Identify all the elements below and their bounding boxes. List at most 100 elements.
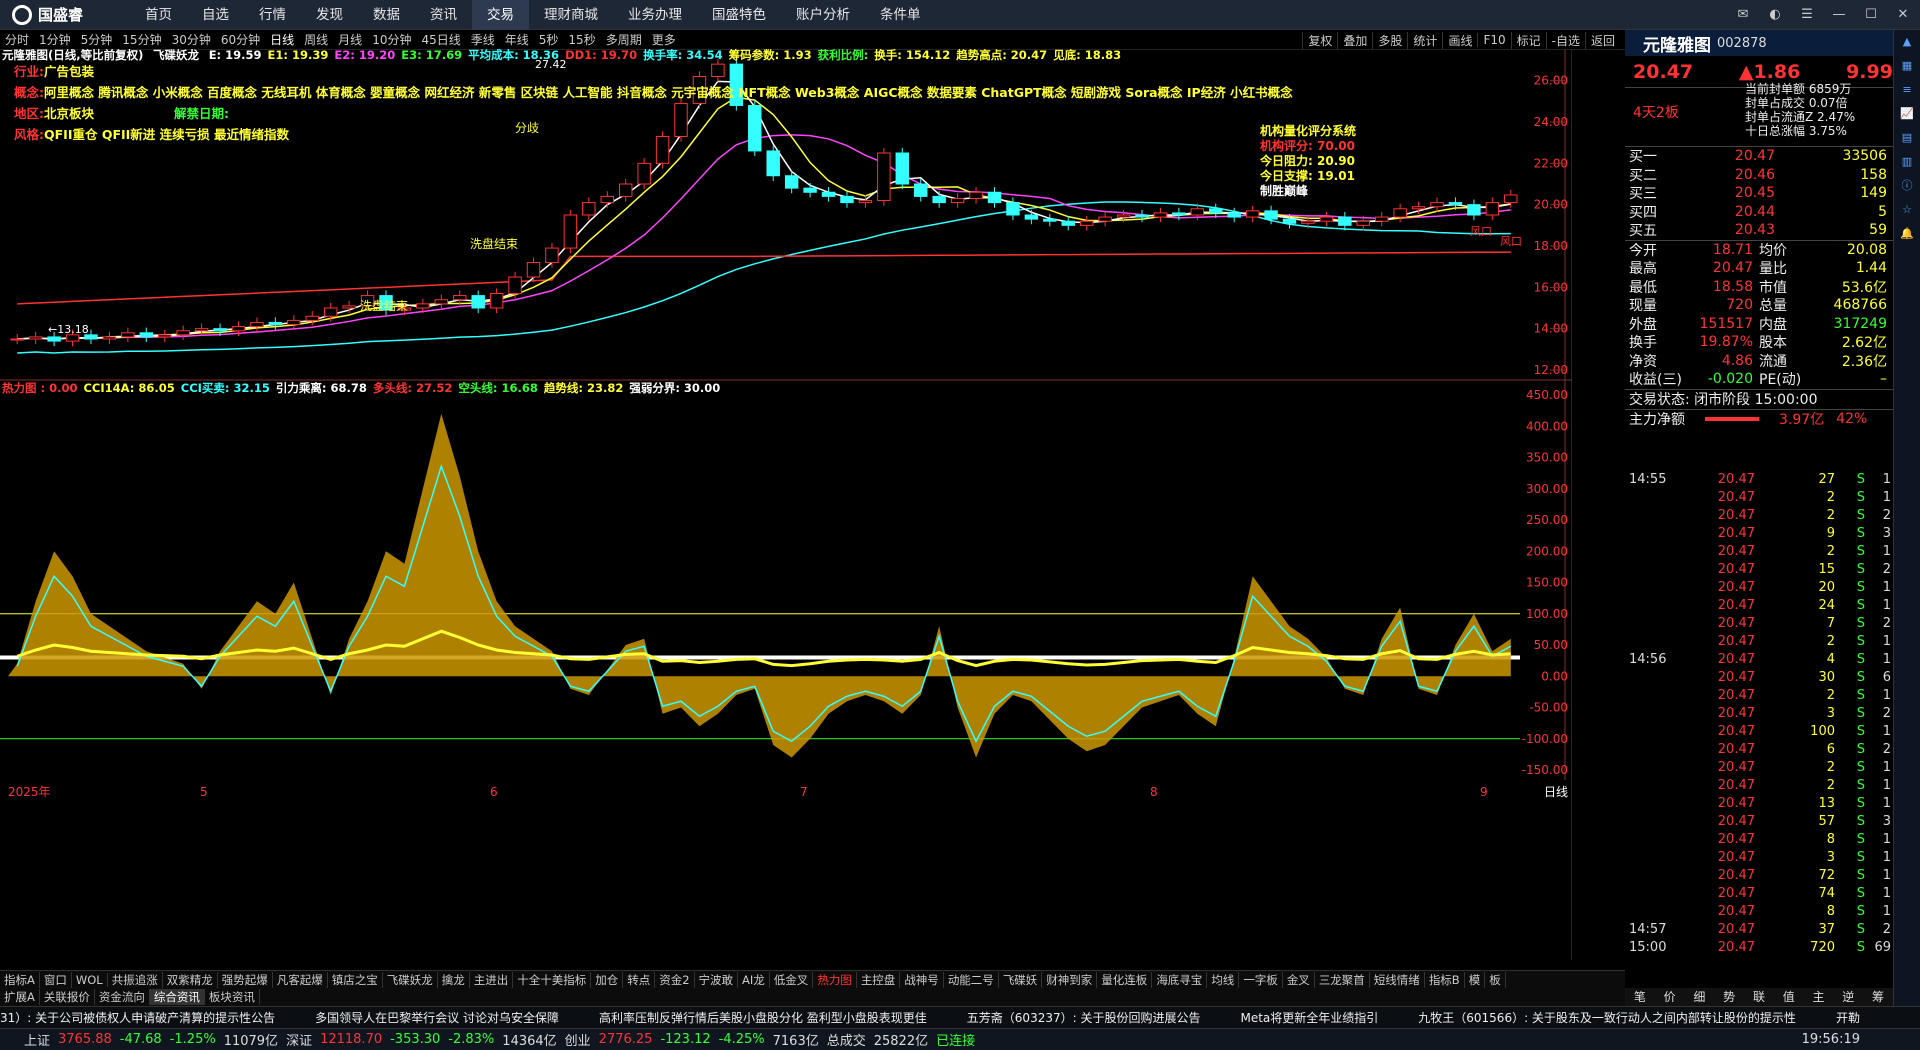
period-tab[interactable]: 15秒 xyxy=(563,31,600,48)
news-item[interactable]: 多国领导人在巴黎举行会议 讨论对乌安全保障 xyxy=(315,1009,559,1026)
period-tab[interactable]: 年线 xyxy=(500,31,534,48)
menu-item[interactable]: 资讯 xyxy=(415,0,472,30)
menu-item[interactable]: 理财商城 xyxy=(529,0,613,30)
indicator-tab[interactable]: 一字板 xyxy=(1239,971,1283,988)
indicator-tab[interactable]: 主控盘 xyxy=(857,971,901,988)
indicator-tab[interactable]: 飞碟妖龙 xyxy=(383,971,438,988)
right-tab[interactable]: 细 xyxy=(1693,988,1705,1006)
period-tab[interactable]: 更多 xyxy=(647,31,681,48)
indicator-tab[interactable]: 板 xyxy=(1485,971,1506,988)
indicator-tab[interactable]: 海底寻宝 xyxy=(1152,971,1208,988)
indicator-tab[interactable]: 主进出 xyxy=(470,971,514,988)
indicator-tab[interactable]: 资金2 xyxy=(655,971,695,988)
star-icon[interactable]: ☆ xyxy=(1894,198,1920,222)
indicator-tab[interactable]: 量化连板 xyxy=(1097,971,1153,988)
maximize-icon[interactable]: ☐ xyxy=(1860,4,1882,26)
chart-icon[interactable]: 📈 xyxy=(1894,102,1920,126)
message-icon[interactable]: ✉ xyxy=(1732,4,1754,26)
period-tab[interactable]: 45日线 xyxy=(416,31,465,48)
chart-tool-button[interactable]: 叠加 xyxy=(1337,31,1372,49)
info-tab[interactable]: 板块资讯 xyxy=(205,989,260,1005)
grid-icon[interactable]: ▦ xyxy=(1894,54,1920,78)
news-item[interactable]: 高利率压制反弹行情后美股小盘股分化 盈利型小盘股表现更佳 xyxy=(599,1009,927,1026)
info-tab[interactable]: 综合资讯 xyxy=(149,989,205,1005)
menu-item[interactable]: 条件单 xyxy=(865,0,936,30)
chart-area[interactable]: 26.00 24.00 22.00 20.00 18.00 16.00 14.00 12.00… xyxy=(0,48,1573,960)
scroll-up-icon[interactable]: ▲ xyxy=(1894,30,1920,54)
indicator-tab[interactable]: 宁波敢 xyxy=(695,971,739,988)
kline-icon[interactable]: ▥ xyxy=(1894,150,1920,174)
app-logo[interactable]: 国盛睿 xyxy=(0,4,130,25)
list-icon[interactable]: ≡ xyxy=(1894,78,1920,102)
menu-icon[interactable]: ☰ xyxy=(1796,4,1818,26)
period-tab[interactable]: 10分钟 xyxy=(367,31,416,48)
period-tab[interactable]: 月线 xyxy=(333,31,367,48)
period-tab[interactable]: 日线 xyxy=(265,31,299,48)
news-item[interactable]: Meta将更新全年业绩指引 xyxy=(1240,1009,1378,1026)
period-tab[interactable]: 30分钟 xyxy=(167,31,216,48)
indicator-tab[interactable]: 擒龙 xyxy=(438,971,470,988)
news-item[interactable]: 五芳斋（603237）: 关于股份回购进展公告 xyxy=(967,1009,1201,1026)
right-tab[interactable]: 联 xyxy=(1753,988,1765,1006)
menu-item[interactable]: 自选 xyxy=(187,0,244,30)
indicator-tab[interactable]: 飞碟妖 xyxy=(999,971,1043,988)
indicator-tab[interactable]: 模 xyxy=(1465,971,1486,988)
indicator-tab[interactable]: 低金叉 xyxy=(770,971,814,988)
news-item[interactable]: 31）: 关于公司被债权人申请破产清算的提示性公告 xyxy=(0,1009,275,1026)
chart-tool-button[interactable]: 标记 xyxy=(1510,31,1546,49)
chart-tool-button[interactable]: 画线 xyxy=(1442,31,1477,49)
indicator-tab[interactable]: 财神到家 xyxy=(1042,971,1098,988)
right-tab[interactable]: 筹 xyxy=(1872,988,1884,1006)
indicator-tab[interactable]: 转点 xyxy=(623,971,656,988)
bell-icon[interactable]: 🔔 xyxy=(1894,222,1920,246)
period-tab[interactable]: 分时 xyxy=(0,31,34,48)
indicator-tab[interactable]: 共振追涨 xyxy=(108,971,163,988)
chart-tool-button[interactable]: 统计 xyxy=(1407,31,1442,49)
info-tab[interactable]: 扩展A xyxy=(0,989,40,1005)
chart-tool-button[interactable]: 多股 xyxy=(1372,31,1407,49)
minimize-icon[interactable]: — xyxy=(1828,4,1850,26)
indicator-tab[interactable]: 十全十美指标 xyxy=(513,971,592,988)
right-tab[interactable]: 价 xyxy=(1664,988,1676,1006)
menu-item[interactable]: 国盛特色 xyxy=(697,0,781,30)
indicator-tab[interactable]: 热力图 xyxy=(813,971,857,988)
indicator-tab[interactable]: 凡客起爆 xyxy=(273,971,328,988)
indicator-tab[interactable]: AI龙 xyxy=(738,971,770,988)
indicator-tab[interactable]: WOL xyxy=(72,972,108,987)
right-tab[interactable]: 势 xyxy=(1723,988,1735,1006)
right-tab[interactable]: 逆 xyxy=(1842,988,1854,1006)
info-icon[interactable]: ⓘ xyxy=(1894,174,1920,198)
indicator-tab[interactable]: 金叉 xyxy=(1283,971,1315,988)
period-tab[interactable]: 季线 xyxy=(466,31,500,48)
indicator-tab[interactable]: 三龙聚首 xyxy=(1315,971,1370,988)
menu-item[interactable]: 发现 xyxy=(301,0,358,30)
period-tab[interactable]: 15分钟 xyxy=(117,31,166,48)
chart-tool-button[interactable]: -自选 xyxy=(1545,31,1585,49)
close-icon[interactable]: ✕ xyxy=(1892,4,1914,26)
period-tab[interactable]: 1分钟 xyxy=(34,31,76,48)
period-tab[interactable]: 周线 xyxy=(299,31,333,48)
news-item[interactable]: 开勒 xyxy=(1836,1009,1860,1026)
menu-item[interactable]: 首页 xyxy=(130,0,187,30)
period-tab[interactable]: 多周期 xyxy=(601,31,647,48)
indicator-tab[interactable]: 动能二号 xyxy=(944,971,999,988)
indicator-tab[interactable]: 镇店之宝 xyxy=(328,971,383,988)
indicator-tab[interactable]: 战神号 xyxy=(900,971,944,988)
indicator-tab[interactable]: 短线情绪 xyxy=(1370,971,1425,988)
indicator-tab[interactable]: 指标B xyxy=(1425,971,1465,988)
period-tab[interactable]: 5秒 xyxy=(534,31,564,48)
menu-item[interactable]: 数据 xyxy=(358,0,415,30)
menu-item[interactable]: 行情 xyxy=(244,0,301,30)
indicator-tab[interactable]: 窗口 xyxy=(40,971,72,988)
chart-tool-button[interactable]: 返回 xyxy=(1584,31,1620,49)
right-tab[interactable]: 笔 xyxy=(1634,988,1646,1006)
chart-tool-button[interactable]: 复权 xyxy=(1302,31,1337,49)
indicator-tab[interactable]: 均线 xyxy=(1207,971,1240,988)
right-tab[interactable]: 值 xyxy=(1783,988,1795,1006)
period-tab[interactable]: 60分钟 xyxy=(216,31,265,48)
indicator-tab[interactable]: 加仓 xyxy=(591,971,624,988)
bar-icon[interactable]: ▤ xyxy=(1894,126,1920,150)
menu-item[interactable]: 交易 xyxy=(472,0,529,30)
period-tab[interactable]: 5分钟 xyxy=(76,31,118,48)
indicator-tab[interactable]: 双紫精龙 xyxy=(163,971,218,988)
